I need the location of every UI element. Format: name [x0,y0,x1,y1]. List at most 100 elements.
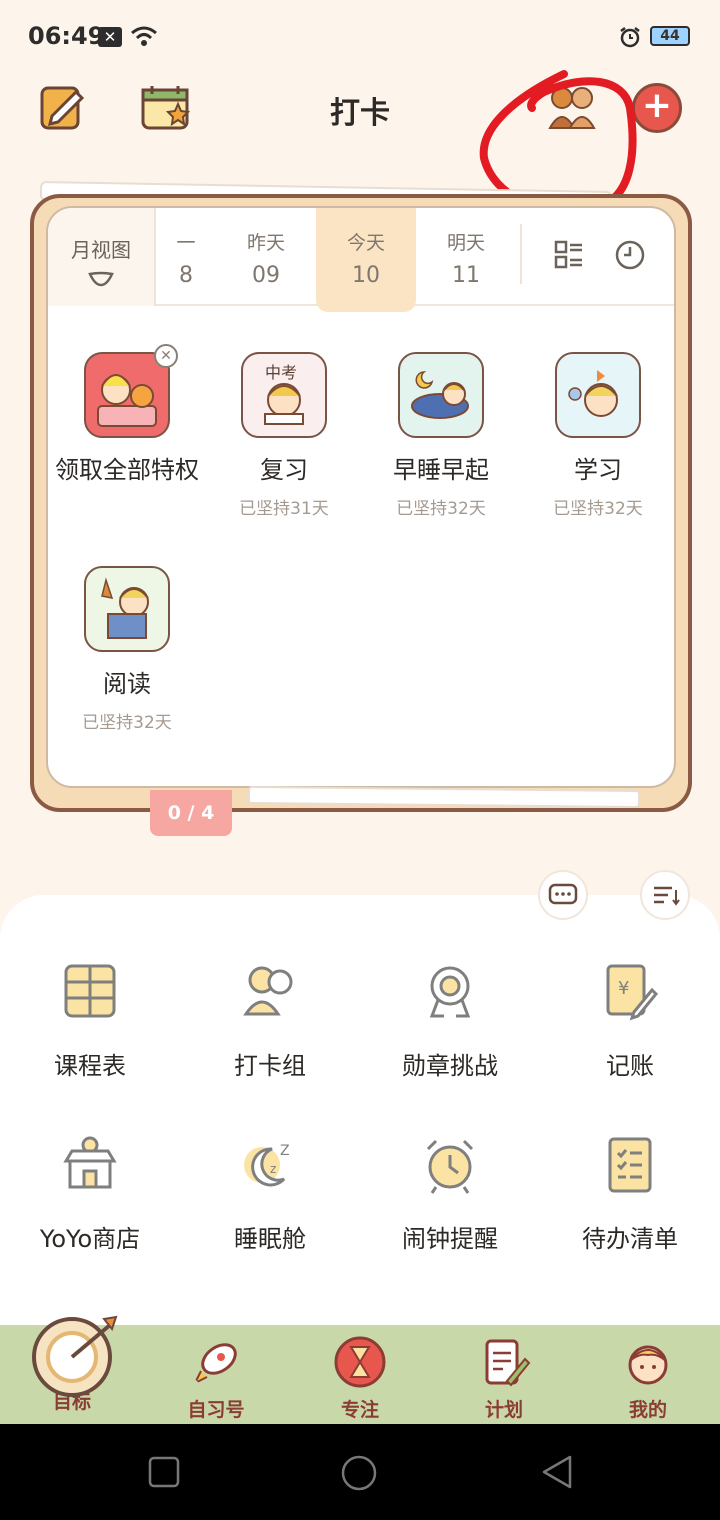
tool-shop[interactable]: YoYo商店 [0,1135,180,1254]
sleep-icon: Z z [244,1143,290,1187]
notification-icon: ✕ [98,27,122,47]
progress-tag: 0 / 4 [150,790,232,836]
home-icon[interactable] [340,1454,378,1492]
day-weekday: 一 [176,232,196,254]
sleep-illustration [398,352,484,438]
tool-label: 打卡组 [234,1052,306,1080]
tool-label: 课程表 [54,1052,126,1080]
day-cell-today[interactable]: 今天 10 [316,208,416,312]
day-cell[interactable]: 一 8 [156,208,216,312]
group-icon [243,966,293,1016]
tab-label: 自习号 [187,1399,245,1421]
habit-name: 领取全部特权 [55,456,199,484]
tool-alarm[interactable]: 闹钟提醒 [360,1135,540,1254]
habit-name: 学习 [574,456,622,484]
tool-medal[interactable]: 勋章挑战 [360,962,540,1081]
clipboard-icon [485,1339,531,1387]
list-view-icon[interactable] [554,240,584,270]
tool-label: 记账 [606,1052,654,1080]
tool-label: 闹钟提醒 [402,1225,498,1253]
rocket-icon [192,1343,237,1386]
reading-kid-illustration [101,577,149,639]
profile-icon [628,1345,668,1385]
sort-icon [654,886,680,906]
habit-reading[interactable]: 阅读 已坚持32天 [52,566,202,733]
svg-text:¥: ¥ [618,978,629,999]
habit-streak: 已坚持31天 [239,499,329,519]
tab-label: 我的 [628,1399,667,1421]
day-date: 11 [452,263,480,288]
recents-icon[interactable] [148,1456,180,1488]
day-weekday: 今天 [346,232,385,254]
system-nav-bar [0,1424,720,1520]
chat-button[interactable] [538,870,588,920]
wifi-icon [131,26,157,46]
habit-streak: 已坚持32天 [396,499,486,519]
alarm-status-icon [620,27,640,48]
student-illustration: 中考 [264,363,304,425]
habit-streak: 已坚持32天 [82,713,172,733]
ledger-icon: ¥ [606,964,659,1021]
day-cell-yesterday[interactable]: 昨天 09 [216,208,316,312]
chevron-down-icon [88,271,114,287]
tab-study-room[interactable]: 自习号 [144,1325,288,1424]
day-weekday: 明天 [446,232,485,254]
day-date: 8 [179,263,193,288]
tool-todo[interactable]: 待办清单 [540,1135,720,1254]
tab-focus[interactable]: 专注 [288,1325,432,1424]
target-icon [32,1315,118,1397]
reading-illustration [84,566,170,652]
kids-illustration [97,374,157,427]
day-weekday: 昨天 [246,232,285,254]
todo-icon [608,1137,652,1193]
habit-study[interactable]: 学习 已坚持32天 [523,352,673,519]
checkin-card: 月视图 一 8 昨天 09 今天 10 明天 11 ✕ 领取全部特权 中考 复习… [46,206,676,788]
tool-schedule[interactable]: 课程表 [0,962,180,1081]
studying-kid-illustration [568,370,618,417]
habit-streak: 已坚持32天 [553,499,643,519]
svg-text:Z: Z [280,1143,290,1159]
habit-name: 阅读 [103,670,151,698]
habit-early-sleep[interactable]: 早睡早起 已坚持32天 [366,352,516,519]
month-view-label: 月视图 [71,238,131,262]
review-illustration: 中考 [241,352,327,438]
tab-label: 计划 [484,1399,523,1421]
chat-icon [548,883,578,905]
habit-privilege[interactable]: ✕ 领取全部特权 [52,344,202,484]
habit-review[interactable]: 中考 复习 已坚持31天 [209,352,359,519]
clock-icon[interactable] [614,239,646,271]
habit-badge: 中考 [265,363,297,382]
tools-sheet [0,895,720,1335]
tab-profile[interactable]: 我的 [576,1325,720,1424]
tool-sleep[interactable]: Z z 睡眠舱 [180,1135,360,1254]
date-bar: 月视图 一 8 昨天 09 今天 10 明天 11 [48,208,674,312]
close-icon[interactable]: ✕ [154,344,178,368]
habit-name: 复习 [260,456,308,484]
bottom-tab-bar: 目标 自习号 专注 计划 我的 [0,1315,720,1424]
hourglass-icon [334,1336,386,1388]
month-view-button[interactable]: 月视图 [48,208,156,306]
day-date: 09 [252,263,280,288]
tool-label: 勋章挑战 [402,1052,498,1080]
sleeping-kid-illustration [411,371,469,419]
back-icon[interactable] [540,1454,574,1490]
divider [520,224,522,284]
habit-name: 早睡早起 [393,456,489,484]
sort-button[interactable] [640,870,690,920]
tool-label: 睡眠舱 [234,1225,306,1253]
tool-label: YoYo商店 [39,1225,141,1253]
schedule-icon [64,964,116,1018]
tool-ledger[interactable]: ¥ 记账 [540,962,720,1081]
tool-label: 待办清单 [582,1225,678,1253]
day-cell-tomorrow[interactable]: 明天 11 [416,208,516,312]
status-time: 06:49 [28,22,105,50]
tab-plan[interactable]: 计划 [432,1325,576,1424]
shop-icon [63,1136,117,1189]
privilege-illustration: ✕ [84,344,178,438]
alarm-icon [426,1139,474,1194]
study-illustration [555,352,641,438]
tab-label: 专注 [340,1399,379,1421]
tool-group[interactable]: 打卡组 [180,962,360,1081]
tab-target[interactable]: 目标 [0,1315,144,1424]
svg-text:z: z [270,1162,276,1176]
